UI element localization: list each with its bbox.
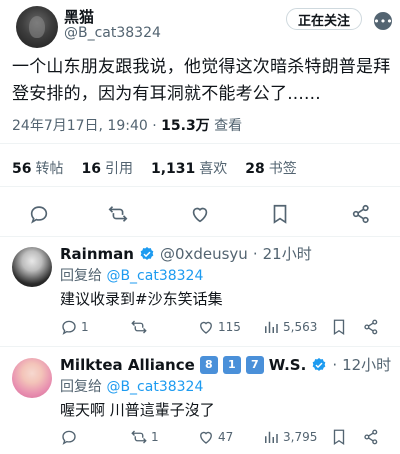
tweet-timestamp[interactable]: 24年7月17日, 19:40 · [12,118,161,134]
like-button[interactable]: 47 [197,428,233,446]
reply-button[interactable]: 1 [60,318,89,336]
reply-header: Rainman @0xdeusyu · 21小时 [60,243,312,264]
stat-retweets[interactable]: 56 转帖 [12,158,63,178]
reply-time[interactable]: 21小时 [263,243,312,264]
retweet-button[interactable] [130,318,151,336]
reply-text: 喔天啊 川普這輩子沒了 [60,401,215,419]
divider [0,346,400,347]
verified-icon [311,357,327,373]
tweet-stats: 56 转帖 16 引用 1,131 喜欢 28 书签 [12,158,297,178]
reply-actions: 1 115 5,563 [60,318,390,338]
reply-text: 建议收录到#沙东笑话集 [60,290,223,308]
bookmark-icon[interactable] [330,428,348,446]
author-handle[interactable]: @B_cat38324 [64,25,161,41]
retweet-button[interactable]: 1 [130,428,159,446]
flag-badge: 1 [222,355,241,374]
reply-author-name-suffix[interactable]: W.S. [269,356,307,374]
divider [0,143,400,144]
reply-author-name[interactable]: Milktea Alliance [60,356,195,374]
stat-likes[interactable]: 1,131 喜欢 [151,158,227,178]
share-icon[interactable] [362,318,380,336]
reply-avatar[interactable] [12,358,52,398]
retweet-icon[interactable] [101,197,135,231]
more-icon[interactable]: ••• [373,12,393,30]
views-button[interactable]: 3,795 [262,428,317,446]
bookmark-icon[interactable] [263,197,297,231]
reply-author-name[interactable]: Rainman [60,245,134,263]
divider [0,186,400,187]
bookmark-icon[interactable] [330,318,348,336]
tweet-actions [0,197,400,231]
reply-to-handle[interactable]: @B_cat38324 [106,379,203,395]
view-count-label: 查看 [209,118,243,134]
reply-to-line: 回复给 @B_cat38324 [60,379,204,395]
stat-bookmarks[interactable]: 28 书签 [245,158,296,178]
author-avatar[interactable] [16,6,58,48]
author-name[interactable]: 黑猫 [64,6,94,27]
reply-icon[interactable] [22,197,56,231]
flag-badge: 7 [245,355,264,374]
reply-to-handle[interactable]: @B_cat38324 [106,268,203,284]
reply-to-line: 回复给 @B_cat38324 [60,268,204,284]
reply-button[interactable] [60,428,81,446]
verified-icon [139,246,155,262]
tweet-meta: 24年7月17日, 19:40 · 15.3万 查看 [12,115,242,135]
divider [0,236,400,237]
reply-header: Milktea Alliance 8 1 7 W.S. · 12小时 [60,354,392,375]
views-button[interactable]: 5,563 [262,318,317,336]
view-count: 15.3万 [161,118,210,134]
reply-actions: 1 47 3,795 [60,428,390,448]
like-button[interactable]: 115 [197,318,241,336]
reply-author-handle[interactable]: @0xdeusyu [160,245,248,263]
share-icon[interactable] [362,428,380,446]
share-icon[interactable] [344,197,378,231]
reply-avatar[interactable] [12,247,52,287]
like-icon[interactable] [183,197,217,231]
stat-quotes[interactable]: 16 引用 [81,158,132,178]
tweet-text: 一个山东朋友跟我说，他觉得这次暗杀特朗普是拜登安排的，因为有耳洞就不能考公了..… [12,57,391,104]
flag-badge: 8 [199,355,218,374]
following-button[interactable]: 正在关注 [286,8,362,30]
reply-time[interactable]: 12小时 [342,354,391,375]
